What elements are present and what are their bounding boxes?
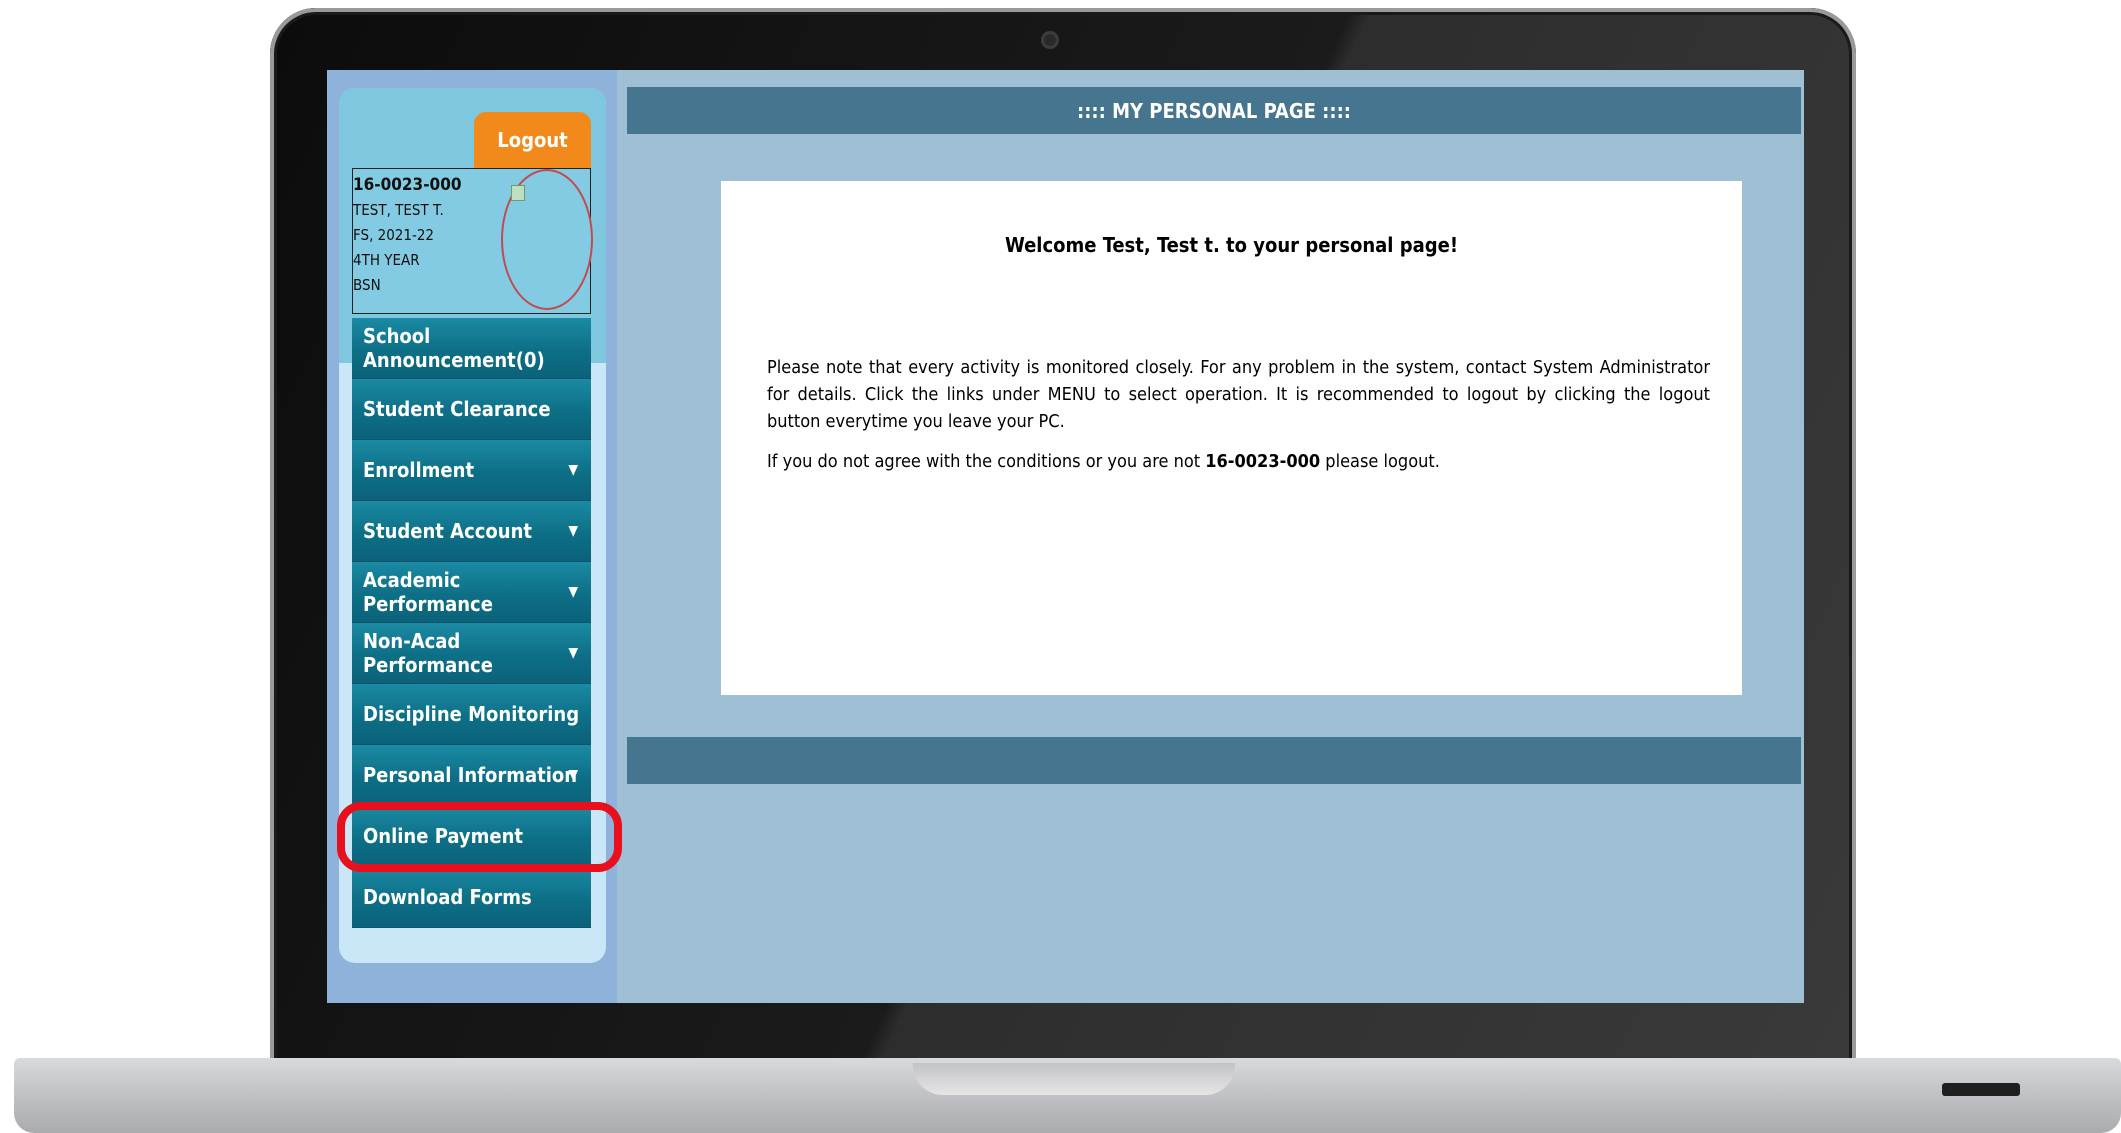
dropdown-arrow-icon: ▼ xyxy=(568,767,578,783)
footer-bar xyxy=(627,737,1801,784)
avatar xyxy=(501,169,593,310)
logout-button[interactable]: Logout xyxy=(474,112,591,168)
menu-item-label: Discipline Monitoring xyxy=(363,702,580,726)
student-program: BSN xyxy=(353,276,381,294)
menu-item-student-clearance[interactable]: Student Clearance xyxy=(352,379,591,440)
dropdown-arrow-icon: ▼ xyxy=(568,584,578,600)
dropdown-arrow-icon: ▼ xyxy=(568,645,578,661)
laptop-notch xyxy=(913,1063,1235,1095)
student-year: 4TH YEAR xyxy=(353,251,420,269)
webcam-icon xyxy=(1041,31,1059,49)
welcome-message: Welcome Test, Test t. to your personal p… xyxy=(1004,233,1459,257)
student-id: 16-0023-000 xyxy=(353,175,462,195)
student-term: FS, 2021-22 xyxy=(353,226,435,244)
menu-item-non-acad-performance[interactable]: Non-Acad Performance ▼ xyxy=(352,623,591,684)
agreement-text: If you do not agree with the conditions … xyxy=(767,451,1710,472)
menu-item-student-account[interactable]: Student Account ▼ xyxy=(352,501,591,562)
menu-item-label: Online Payment xyxy=(363,824,523,848)
agreement-suffix: please logout. xyxy=(1325,451,1440,472)
profile-card: 16-0023-000 TEST, TEST T. FS, 2021-22 4T… xyxy=(352,168,593,314)
sidebar-menu: School Announcement(0) Student Clearance… xyxy=(352,318,591,928)
menu-item-label: Academic Performance xyxy=(363,568,493,616)
menu-item-label: Non-Acad Performance xyxy=(363,629,493,677)
menu-item-label: School Announcement(0) xyxy=(363,324,545,372)
menu-item-school-announcement[interactable]: School Announcement(0) xyxy=(352,318,591,379)
screen: Logout 16-0023-000 TEST, TEST T. FS, 202… xyxy=(327,70,1804,1003)
menu-item-enrollment[interactable]: Enrollment ▼ xyxy=(352,440,591,501)
menu-item-discipline-monitoring[interactable]: Discipline Monitoring xyxy=(352,684,591,745)
dropdown-arrow-icon: ▼ xyxy=(568,462,578,478)
menu-item-online-payment[interactable]: Online Payment xyxy=(352,806,591,867)
agreement-prefix: If you do not agree with the conditions … xyxy=(767,451,1201,472)
menu-item-download-forms[interactable]: Download Forms xyxy=(352,867,591,928)
menu-item-label: Student Account xyxy=(363,519,532,543)
menu-item-personal-information[interactable]: Personal Information ▼ xyxy=(352,745,591,806)
laptop-indicator xyxy=(1942,1083,2020,1096)
page-title: :::: MY PERSONAL PAGE :::: xyxy=(627,87,1801,134)
menu-item-label: Enrollment xyxy=(363,458,475,482)
dropdown-arrow-icon: ▼ xyxy=(568,523,578,539)
menu-item-label: Download Forms xyxy=(363,885,532,909)
agreement-id: 16-0023-000 xyxy=(1205,451,1321,472)
menu-item-label: Student Clearance xyxy=(363,397,551,421)
content-panel: Welcome Test, Test t. to your personal p… xyxy=(721,181,1742,695)
broken-image-icon xyxy=(511,185,525,201)
menu-item-academic-performance[interactable]: Academic Performance ▼ xyxy=(352,562,591,623)
menu-item-label: Personal Information xyxy=(363,763,578,787)
profile-details: 16-0023-000 TEST, TEST T. FS, 2021-22 4T… xyxy=(353,173,461,298)
notice-text: Please note that every activity is monit… xyxy=(767,357,1710,432)
student-name: TEST, TEST T. xyxy=(353,201,444,219)
